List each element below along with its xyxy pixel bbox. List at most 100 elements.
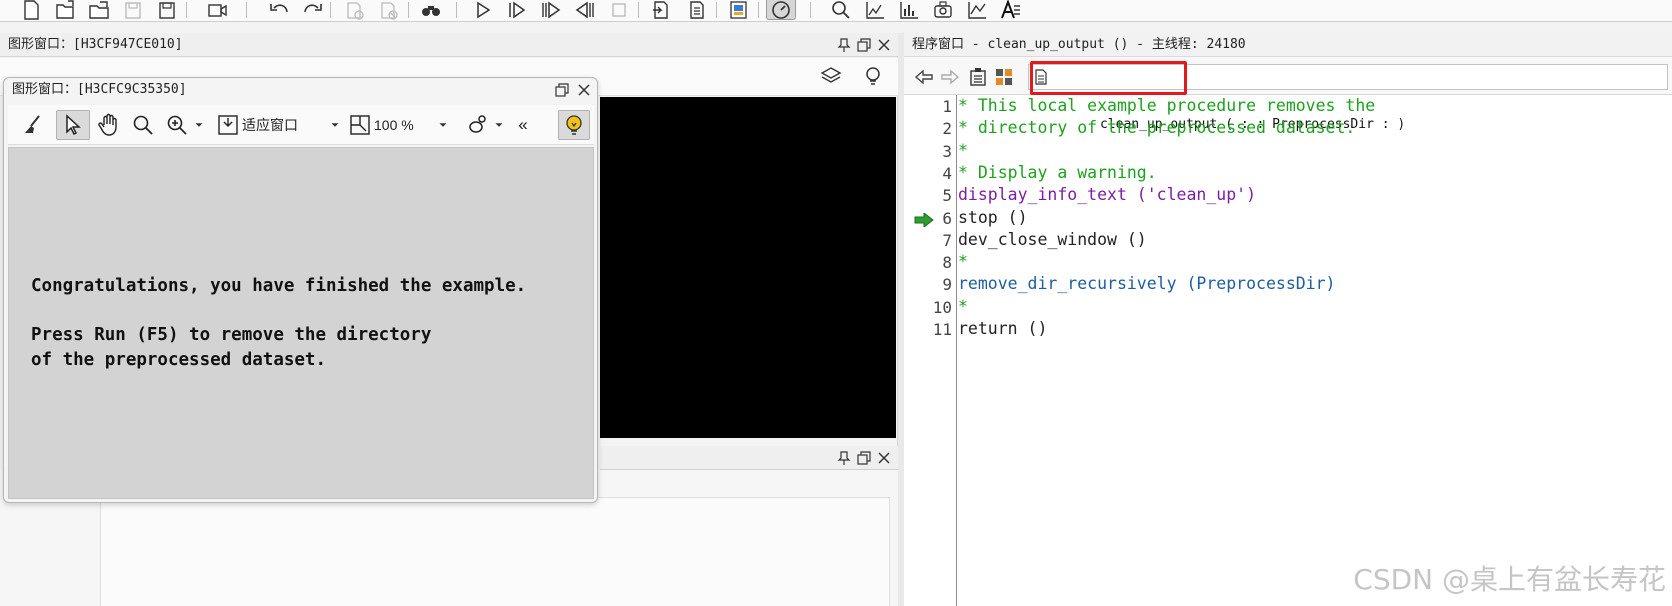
- program-window-header: 程序窗口 - clean_up_output () - 主线程: 24180: [904, 33, 1672, 57]
- graphics-canvas-front[interactable]: Congratulations, you have finished the e…: [8, 147, 594, 499]
- chevron-down-icon: [331, 123, 339, 127]
- close-icon[interactable]: [576, 82, 592, 98]
- toolbar-separator: [638, 2, 639, 18]
- lightbulb-icon[interactable]: [860, 66, 886, 86]
- line-number: 8: [942, 253, 952, 273]
- list-remove-disabled-icon[interactable]: [376, 0, 402, 20]
- close-icon[interactable]: [876, 37, 892, 53]
- line-number: 7: [942, 230, 952, 250]
- code-line[interactable]: * Display a warning.: [958, 163, 1157, 182]
- new-file-icon[interactable]: [18, 0, 44, 20]
- collapse-button[interactable]: «: [512, 110, 534, 140]
- code-line[interactable]: * This local example procedure removes t…: [958, 96, 1375, 115]
- search-icon[interactable]: [828, 0, 854, 20]
- code-line[interactable]: stop (): [958, 208, 1028, 227]
- code-line[interactable]: dev_close_window (): [958, 230, 1147, 249]
- code-line[interactable]: *: [958, 297, 968, 316]
- step-over-icon[interactable]: [504, 0, 530, 20]
- fit-window-icon: [218, 115, 238, 135]
- save-all-icon[interactable]: [154, 0, 180, 20]
- lightbulb-icon[interactable]: [558, 110, 590, 140]
- program-window: 程序窗口 - clean_up_output () - 主线程: 24180 c…: [904, 33, 1672, 606]
- chevron-down-icon[interactable]: [492, 110, 506, 140]
- toolbar-separator: [758, 2, 759, 18]
- lower-panel-content: [100, 497, 890, 606]
- message-line: of the preprocessed dataset.: [31, 350, 327, 370]
- histogram-icon[interactable]: [896, 0, 922, 20]
- restore-icon[interactable]: [856, 37, 872, 53]
- camera-icon[interactable]: [930, 0, 956, 20]
- binoculars-icon[interactable]: [418, 0, 444, 20]
- code-line[interactable]: * directory of the preprocessed dataset.: [958, 118, 1355, 137]
- zoom-in-icon[interactable]: [162, 110, 192, 140]
- pin-icon[interactable]: [836, 450, 852, 466]
- toolbar-separator: [186, 2, 187, 18]
- zoom-select[interactable]: 100 %: [348, 110, 452, 140]
- zoom-label: 100 %: [374, 117, 414, 133]
- code-line[interactable]: return (): [958, 319, 1047, 338]
- graphics-canvas-back[interactable]: [600, 97, 896, 438]
- profiler-icon[interactable]: [766, 0, 796, 20]
- list-disabled-icon[interactable]: [342, 0, 368, 20]
- toolbar-separator: [716, 2, 717, 18]
- close-icon[interactable]: [876, 450, 892, 466]
- grid-icon[interactable]: [992, 65, 1016, 89]
- code-line[interactable]: *: [958, 252, 968, 271]
- line-number: 1: [942, 97, 952, 116]
- graphics-window-front-toolbar: 适应窗口 100 % «: [8, 105, 594, 145]
- line-number: 4: [942, 163, 952, 183]
- graphics-window-front-title: 图形窗口：[H3CFC9C35350]: [12, 82, 187, 97]
- undo-icon[interactable]: [266, 0, 292, 20]
- back-arrow-icon[interactable]: [912, 65, 936, 89]
- fit-window-label: 适应窗口: [242, 117, 298, 133]
- clipboard-icon[interactable]: [966, 65, 990, 89]
- chart-icon[interactable]: [862, 0, 888, 20]
- draw-shape-icon[interactable]: [462, 110, 492, 140]
- zoom-fit-icon: [350, 115, 370, 135]
- step-into-icon[interactable]: [538, 0, 564, 20]
- code-line[interactable]: display_info_text ('clean_up'): [958, 185, 1256, 204]
- pin-icon[interactable]: [836, 37, 852, 53]
- toolbar-separator: [810, 2, 811, 18]
- save-disabled-icon[interactable]: [120, 0, 146, 20]
- open-folder-icon[interactable]: [86, 0, 112, 20]
- line-number: 11: [932, 320, 952, 339]
- insert-icon[interactable]: [648, 0, 674, 20]
- message-line: Press Run (F5) to remove the directory: [31, 325, 432, 345]
- text-icon[interactable]: [998, 0, 1024, 20]
- stop-icon[interactable]: [606, 0, 632, 20]
- graphics-window-front: 图形窗口：[H3CFC9C35350] 适应窗口 100 % « Congrat…: [3, 77, 598, 503]
- restore-icon[interactable]: [856, 450, 872, 466]
- clear-brush-icon[interactable]: [18, 110, 48, 140]
- graphics-window-back-title: 图形窗口：[H3CF947CE010]: [0, 33, 898, 57]
- pointer-icon[interactable]: [56, 110, 90, 140]
- toolbar-separator: [330, 2, 331, 18]
- restore-icon[interactable]: [554, 82, 570, 98]
- program-icon[interactable]: [684, 0, 710, 20]
- line-number: 3: [942, 141, 952, 161]
- assistant-icon[interactable]: [726, 0, 752, 20]
- procedure-highlight-box: [1030, 61, 1187, 95]
- magnifier-icon[interactable]: [128, 110, 158, 140]
- chevron-down-icon: [439, 123, 447, 127]
- redo-icon[interactable]: [300, 0, 326, 20]
- program-window-title: 程序窗口 - clean_up_output () - 主线程: 24180: [912, 37, 1246, 52]
- line-number: 9: [942, 275, 952, 295]
- run-icon[interactable]: [470, 0, 496, 20]
- forward-arrow-icon[interactable]: [938, 65, 962, 89]
- line-profile-icon[interactable]: [964, 0, 990, 20]
- toolbar-separator: [408, 2, 409, 18]
- code-line[interactable]: remove_dir_recursively (PreprocessDir): [958, 274, 1336, 293]
- watermark: CSDN @桌上有盆长寿花: [1353, 563, 1666, 596]
- message-line: Congratulations, you have finished the e…: [31, 276, 527, 296]
- open-file-icon[interactable]: [52, 0, 78, 20]
- toolbar-separator: [456, 2, 457, 18]
- pan-hand-icon[interactable]: [94, 110, 124, 140]
- layers-icon[interactable]: [818, 66, 844, 86]
- record-icon[interactable]: [204, 0, 230, 20]
- code-line[interactable]: *: [958, 141, 968, 160]
- chevron-down-icon[interactable]: [192, 110, 206, 140]
- lower-window-header: [600, 446, 898, 470]
- fit-window-select[interactable]: 适应窗口: [216, 110, 346, 140]
- step-out-icon[interactable]: [572, 0, 598, 20]
